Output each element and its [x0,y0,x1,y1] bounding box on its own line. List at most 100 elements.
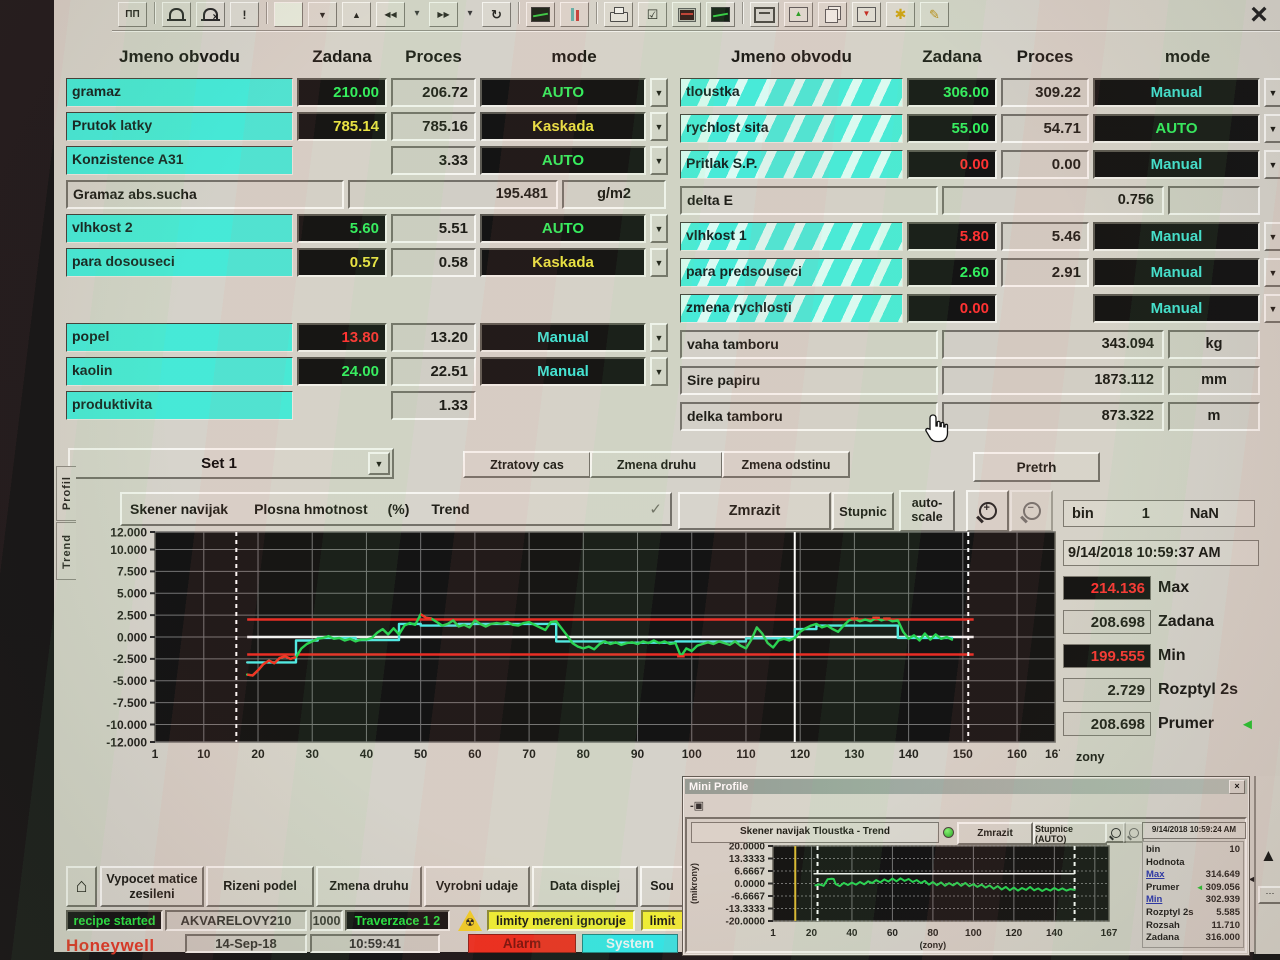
setpoint-value[interactable]: 2.60 [907,258,997,287]
circuit-label: tloustka [680,78,903,107]
mini-stat-label[interactable]: Min [1146,894,1162,907]
trend-chart[interactable]: 12.00010.0007.5005.0002.5000.000-2.500-5… [100,524,1060,770]
mode-select[interactable]: Manual [1093,78,1260,107]
mini-stat-label[interactable]: Max [1146,869,1164,882]
process-value: 5.51 [391,214,476,243]
tab-profil[interactable]: Profil [56,466,76,521]
forward-icon[interactable]: ▶▶ [429,2,458,27]
chevron-down-icon[interactable] [1264,78,1280,107]
close-icon[interactable]: × [1229,780,1245,794]
blank-page-icon[interactable] [274,2,303,27]
setpoint-value[interactable]: 55.00 [907,114,997,143]
nav-button-vypocet-matice-zesileni[interactable]: Vypocet matice zesileni [100,866,204,907]
chevron-down-icon[interactable] [368,452,390,475]
mode-select[interactable]: AUTO [1093,114,1260,143]
chevron-down-icon[interactable] [1264,258,1280,287]
alarm-info-icon[interactable]: ! [230,2,259,27]
mode-select[interactable]: Manual [1093,258,1260,287]
color-tools-icon[interactable]: ✱ [886,2,915,27]
setpoint-value[interactable]: 306.00 [907,78,997,107]
rewind-icon[interactable]: ◀◀ [376,2,405,27]
setpoint-value[interactable]: 0.57 [297,248,387,277]
chevron-down-icon[interactable] [1264,222,1280,251]
set-selector[interactable]: Set 1 [68,448,394,479]
setpoint-value[interactable]: 24.00 [297,357,387,386]
mini-stat-row: Hodnota [1146,857,1240,870]
chevron-down-icon[interactable] [1264,150,1280,179]
strip-button[interactable]: ··· [1258,886,1280,904]
mini-trend-chart[interactable]: 20.000013.33336.66670.0000-6.6667-13.333… [687,843,1139,951]
mode-select[interactable]: Kaskada [480,248,646,277]
profile-columns-icon[interactable] [560,2,589,27]
pretrh-button[interactable]: Pretrh [973,452,1100,482]
mode-select[interactable]: Kaskada [480,112,646,141]
alarm-bell-icon[interactable] [162,2,191,27]
nav-button-zmena-druhu[interactable]: Zmena druhu [316,866,422,907]
chevron-down-icon[interactable] [650,214,668,243]
download-machine-icon[interactable]: ▼ [852,2,881,27]
chevron-down-icon[interactable] [650,323,668,352]
mode-select[interactable]: Manual [1093,150,1260,179]
mode-select[interactable]: AUTO [480,78,646,107]
alarm-ack-icon[interactable]: × [196,2,225,27]
edit-notes-icon[interactable]: ✎ [920,2,949,27]
trend-display-icon[interactable] [706,2,735,27]
home-button[interactable]: ⌂ [66,866,97,907]
upload-machine-icon[interactable]: ▲ [784,2,813,27]
nav-button-data-displej[interactable]: Data displej [532,866,638,907]
setpoint-value[interactable]: 5.60 [297,214,387,243]
mini-freeze-button[interactable]: Zmrazit [957,822,1033,845]
zmena-odstinu-button[interactable]: Zmena odstinu [722,451,850,478]
stat-prumer: 208.698 Prumer [1063,712,1259,736]
chevron-down-icon[interactable] [650,112,668,141]
mode-select[interactable]: AUTO [480,214,646,243]
tab-trend[interactable]: Trend [56,522,76,580]
page-up-icon[interactable]: ▲ [342,2,371,27]
alarm-display-icon[interactable] [672,2,701,27]
window-title: Mini Profile [685,781,1229,793]
alarm-button[interactable]: Alarm [468,934,576,953]
nav-button-vyrobni-udaje[interactable]: Vyrobni udaje [424,866,530,907]
circuit-label: Pritlak S.P. [680,150,903,179]
mini-profile-titlebar[interactable]: Mini Profile × [685,779,1247,794]
chevron-down-icon[interactable] [650,248,668,277]
zmena-druhu-button[interactable]: Zmena druhu [590,451,723,478]
setpoint-value[interactable]: 0.00 [907,150,997,179]
svg-text:-10.000: -10.000 [106,718,147,732]
setpoint-value[interactable]: 210.00 [297,78,387,107]
page-down-icon[interactable]: ▼ [308,2,337,27]
nav-button-sou[interactable]: Sou [640,866,684,907]
mode-select[interactable]: Manual [480,323,646,352]
refresh-icon[interactable]: ↻ [482,2,511,27]
mode-select[interactable]: Manual [1093,222,1260,251]
chevron-down-icon[interactable] [1264,294,1280,323]
scanner-frames-icon[interactable]: ΠΠ [118,2,147,27]
copy-pages-icon[interactable] [818,2,847,27]
chevron-down-icon[interactable] [650,78,668,107]
report-list-icon[interactable]: ☑ [638,2,667,27]
mode-select[interactable]: Manual [480,357,646,386]
mini-scale-button[interactable]: Stupnice (AUTO) [1033,822,1107,845]
setpoint-value[interactable]: 785.14 [297,112,387,141]
chevron-down-icon[interactable] [1264,114,1280,143]
setpoint-value[interactable]: 0.00 [907,294,997,323]
archive-icon[interactable] [750,2,779,27]
trend-chart-icon[interactable] [526,2,555,27]
mini-zoom-out-button[interactable] [1123,822,1144,843]
nav-button-rizeni-podel[interactable]: Rizeni podel [206,866,314,907]
setpoint-value[interactable]: 13.80 [297,323,387,352]
ztratovy-cas-button[interactable]: Ztratovy cas [463,451,591,478]
up-arrow-icon[interactable]: ▲ [1260,846,1277,866]
rewind-more-icon[interactable]: ▾ [410,2,424,25]
mode-select[interactable]: AUTO [480,146,646,175]
forward-more-icon[interactable]: ▾ [463,2,477,25]
system-button[interactable]: System [582,934,678,953]
mode-select[interactable]: Manual [1093,294,1260,323]
chevron-down-icon[interactable] [650,146,668,175]
setpoint-value[interactable]: 5.80 [907,222,997,251]
pin-icon[interactable]: -▣ [690,799,704,812]
toolbar-close-icon[interactable]: × [1242,2,1276,28]
chevron-down-icon[interactable] [650,357,668,386]
print-icon[interactable] [604,2,633,27]
mini-profile-window: Mini Profile × -▣ Skener navijak Tloustk… [682,776,1250,956]
